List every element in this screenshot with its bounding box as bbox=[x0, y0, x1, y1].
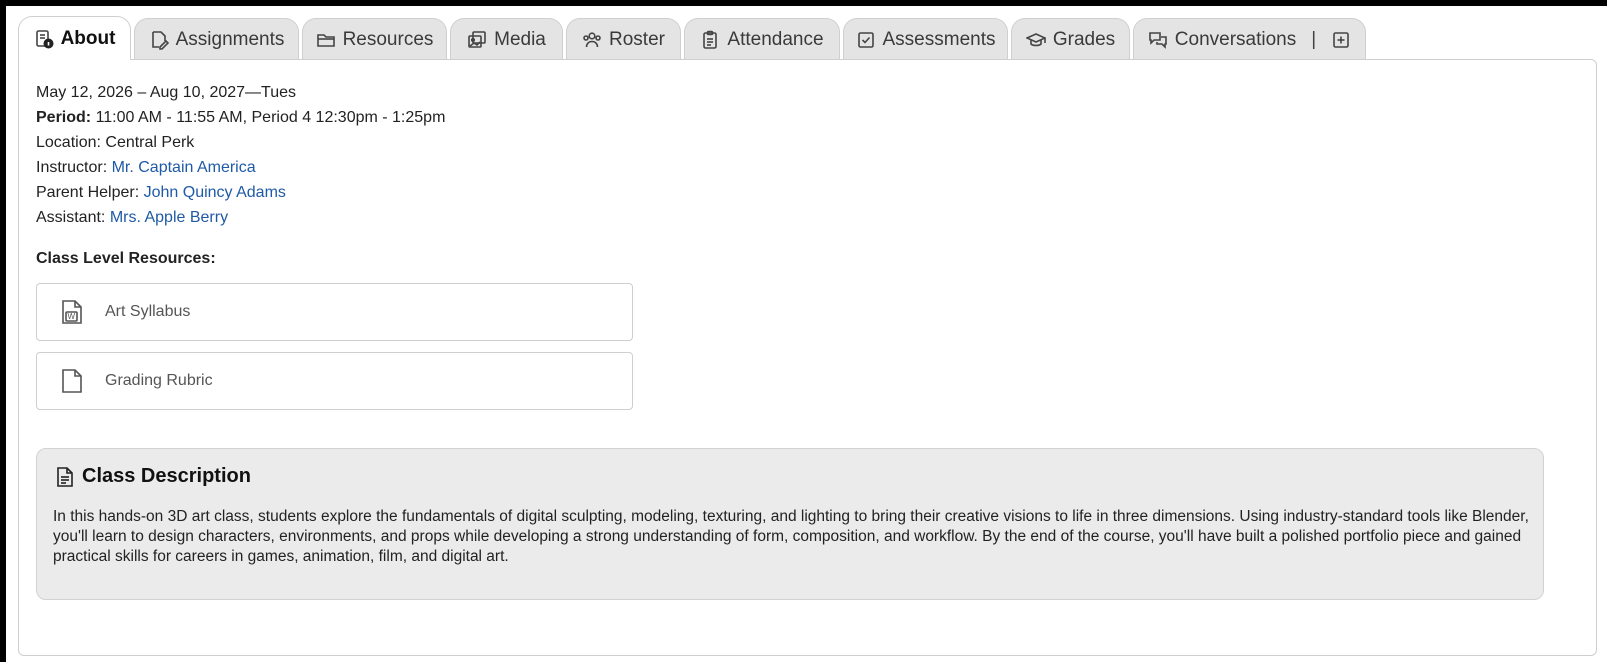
parent-helper-link[interactable]: John Quincy Adams bbox=[144, 184, 286, 201]
resource-card-art-syllabus[interactable]: W Art Syllabus bbox=[36, 283, 633, 341]
tab-label: Media bbox=[494, 28, 546, 50]
media-gallery-icon bbox=[468, 30, 486, 48]
resource-label: Art Syllabus bbox=[105, 303, 191, 320]
resource-label: Grading Rubric bbox=[105, 372, 213, 389]
tab-label: Attendance bbox=[727, 28, 824, 50]
description-title-text: Class Description bbox=[82, 465, 251, 487]
class-parent-helper: Parent Helper: John Quincy Adams bbox=[36, 180, 445, 205]
tab-grades[interactable]: Grades bbox=[1011, 18, 1130, 60]
tab-label: Roster bbox=[609, 28, 665, 50]
class-instructor: Instructor: Mr. Captain America bbox=[36, 155, 445, 180]
description-text: In this hands-on 3D art class, students … bbox=[53, 508, 1529, 565]
checkbox-icon bbox=[857, 31, 874, 48]
class-assistant: Assistant: Mrs. Apple Berry bbox=[36, 205, 445, 230]
resources-heading: Class Level Resources: bbox=[36, 250, 216, 267]
people-icon bbox=[583, 31, 601, 47]
tab-bar: About Assignments Resources Media Roster… bbox=[18, 16, 1369, 60]
word-document-icon: W bbox=[61, 299, 83, 325]
class-info: May 12, 2026 – Aug 10, 2027—Tues Period:… bbox=[36, 80, 445, 230]
period-label: Period: bbox=[36, 109, 92, 126]
tab-label: Assessments bbox=[882, 28, 996, 50]
chat-bubbles-icon bbox=[1148, 31, 1167, 49]
svg-text:W: W bbox=[68, 312, 76, 321]
tab-assessments[interactable]: Assessments bbox=[843, 18, 1008, 60]
clipboard-icon bbox=[703, 30, 718, 49]
tab-label: Resources bbox=[342, 28, 434, 50]
tab-resources[interactable]: Resources bbox=[302, 18, 447, 60]
tab-media[interactable]: Media bbox=[450, 18, 563, 60]
instructor-link[interactable]: Mr. Captain America bbox=[112, 159, 256, 176]
class-description-box: Class Description In this hands-on 3D ar… bbox=[36, 448, 1544, 600]
about-panel: May 12, 2026 – Aug 10, 2027—Tues Period:… bbox=[18, 59, 1597, 656]
tab-conversations[interactable]: Conversations | bbox=[1133, 18, 1366, 60]
assistant-label: Assistant: bbox=[36, 209, 110, 226]
description-title: Class Description bbox=[56, 465, 251, 488]
tab-label: About bbox=[60, 27, 116, 49]
assistant-link[interactable]: Mrs. Apple Berry bbox=[110, 209, 228, 226]
tab-attendance[interactable]: Attendance bbox=[684, 18, 840, 60]
assignment-edit-icon bbox=[151, 30, 169, 50]
parent-helper-label: Parent Helper: bbox=[36, 184, 144, 201]
tab-roster[interactable]: Roster bbox=[566, 18, 681, 60]
tab-assignments[interactable]: Assignments bbox=[134, 18, 299, 60]
tab-label: Grades bbox=[1052, 28, 1116, 50]
class-location: Location: Central Perk bbox=[36, 134, 195, 151]
class-period: Period: 11:00 AM - 11:55 AM, Period 4 12… bbox=[36, 105, 445, 130]
class-dates: May 12, 2026 – Aug 10, 2027—Tues bbox=[36, 84, 297, 101]
resource-card-grading-rubric[interactable]: Grading Rubric bbox=[36, 352, 633, 410]
period-value: 11:00 AM - 11:55 AM, Period 4 12:30pm - … bbox=[91, 109, 446, 126]
document-icon bbox=[61, 368, 83, 394]
graduation-cap-icon bbox=[1025, 32, 1046, 46]
document-text-icon bbox=[57, 466, 73, 487]
tab-about[interactable]: About bbox=[18, 16, 131, 60]
tab-label: Conversations bbox=[1174, 28, 1297, 50]
folder-icon bbox=[316, 33, 335, 47]
add-tab-icon[interactable] bbox=[1331, 30, 1351, 50]
tab-label: Assignments bbox=[175, 28, 285, 50]
about-info-icon bbox=[35, 29, 54, 48]
tab-separator: | bbox=[1311, 28, 1317, 50]
instructor-label: Instructor: bbox=[36, 159, 112, 176]
